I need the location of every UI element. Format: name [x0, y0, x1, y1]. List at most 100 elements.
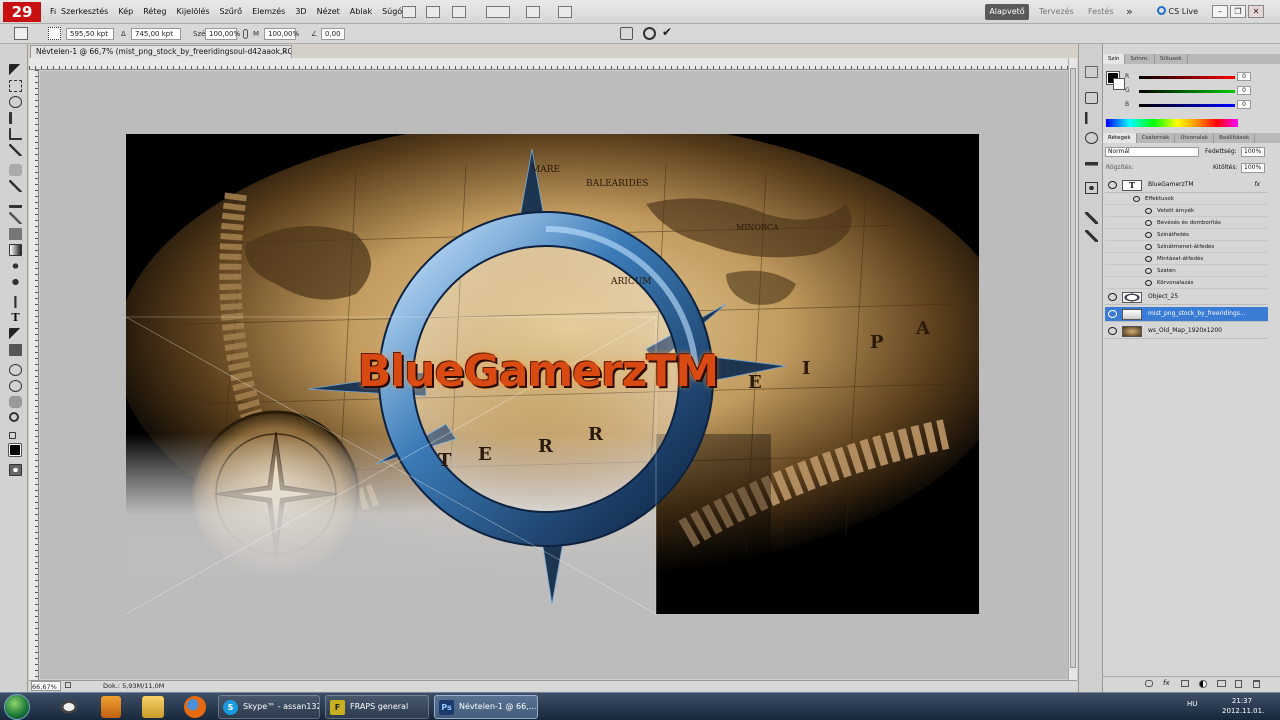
effect-eye-icon[interactable]: [1145, 232, 1152, 238]
effects-eye-icon[interactable]: [1133, 196, 1140, 202]
pen-tool-icon[interactable]: [9, 296, 22, 308]
effect-eye-icon[interactable]: [1145, 208, 1152, 214]
green-track[interactable]: [1139, 90, 1235, 93]
color-spectrum-bar[interactable]: [1106, 119, 1238, 127]
vertical-scrollbar[interactable]: [1068, 58, 1077, 680]
document-artwork[interactable]: T E R R E I P A MARE BALEARIDES MINORCA …: [126, 134, 979, 614]
tab-adjustments[interactable]: Beállítások: [1214, 133, 1256, 143]
width-scale-field[interactable]: 100,00%: [205, 28, 240, 40]
close-button[interactable]: ✕: [1248, 5, 1264, 18]
taskbar-skype[interactable]: S Skype™ - assan132: [218, 695, 320, 719]
menu-analysis[interactable]: Elemzés: [247, 0, 290, 24]
adjustment-layer-icon[interactable]: [1199, 680, 1207, 688]
brush-panel-icon[interactable]: [1085, 230, 1098, 242]
dodge-tool-icon[interactable]: [9, 276, 22, 288]
restore-button[interactable]: ❐: [1230, 5, 1246, 18]
history-panel-icon[interactable]: [1085, 92, 1098, 104]
navigator-panel-icon[interactable]: [1085, 132, 1098, 144]
commit-transform-icon[interactable]: ✔: [662, 25, 676, 39]
link-icon[interactable]: [243, 29, 248, 39]
minimize-button[interactable]: –: [1212, 5, 1228, 18]
foreground-color-swatch[interactable]: [8, 443, 22, 457]
menu-window[interactable]: Ablak: [345, 0, 377, 24]
masks-panel-icon[interactable]: [1085, 182, 1098, 194]
link-layers-icon[interactable]: [1145, 680, 1153, 687]
taskbar-photoshop[interactable]: Ps Névtelen-1 @ 66,...: [434, 695, 538, 719]
tab-layers[interactable]: Rétegek: [1103, 133, 1137, 143]
effect-color-overlay[interactable]: Színátfedés: [1105, 229, 1268, 241]
type-tool-icon[interactable]: T: [9, 312, 22, 324]
warp-mode-icon[interactable]: [620, 27, 633, 40]
tab-swatches[interactable]: Színm.: [1125, 54, 1155, 64]
rotation-field[interactable]: 0,00: [321, 28, 345, 40]
red-track[interactable]: [1139, 76, 1235, 79]
zoom-level-field[interactable]: 66,67%: [31, 681, 61, 691]
move-tool-icon[interactable]: [9, 64, 22, 76]
healing-brush-tool-icon[interactable]: [9, 164, 22, 176]
view-extras-icon[interactable]: [452, 6, 466, 18]
blend-mode-select[interactable]: Normál: [1105, 147, 1199, 157]
tab-color[interactable]: Szín: [1103, 54, 1126, 64]
effect-eye-icon[interactable]: [1145, 256, 1152, 262]
cancel-transform-icon[interactable]: [643, 27, 656, 40]
menu-edit[interactable]: Szerkesztés: [56, 0, 113, 24]
input-language[interactable]: HU: [1187, 700, 1197, 708]
lasso-tool-icon[interactable]: [9, 96, 22, 108]
gradient-tool-icon[interactable]: [9, 244, 22, 256]
firefox-icon[interactable]: [184, 696, 206, 718]
brush-tool-icon[interactable]: [9, 180, 22, 192]
red-value-field[interactable]: 0: [1237, 72, 1251, 81]
effects-header[interactable]: Effektusok: [1105, 193, 1268, 205]
tab-channels[interactable]: Csatornák: [1137, 133, 1176, 143]
launch-bridge-icon[interactable]: [402, 6, 416, 18]
effect-eye-icon[interactable]: [1145, 280, 1152, 286]
media-player-icon[interactable]: [101, 696, 121, 718]
delete-layer-icon[interactable]: [1253, 680, 1260, 688]
quick-selection-tool-icon[interactable]: [9, 112, 22, 124]
zoom-level-icon[interactable]: [486, 6, 510, 18]
screen-mode-icon[interactable]: [558, 6, 572, 18]
collapse-panels-icon[interactable]: [1085, 66, 1098, 78]
file-explorer-icon[interactable]: [142, 696, 164, 718]
marquee-tool-icon[interactable]: [9, 80, 22, 92]
tools-panel-icon[interactable]: [1085, 212, 1098, 224]
visibility-eye-icon[interactable]: [1108, 327, 1117, 335]
arrange-documents-icon[interactable]: [526, 6, 540, 18]
taskbar-fraps[interactable]: F FRAPS general: [325, 695, 429, 719]
effect-pattern-overlay[interactable]: Mintázat-átfedés: [1105, 253, 1268, 265]
3d-rotate-tool-icon[interactable]: [9, 364, 22, 376]
effect-stroke[interactable]: Körvonalazás: [1105, 277, 1268, 289]
blue-slider[interactable]: B 0: [1125, 100, 1251, 110]
clone-stamp-tool-icon[interactable]: [9, 196, 22, 208]
effect-satin[interactable]: Szatén: [1105, 265, 1268, 277]
menu-select[interactable]: Kijelölés: [171, 0, 214, 24]
workspace-essentials[interactable]: Alapvető: [985, 4, 1029, 20]
path-selection-tool-icon[interactable]: [9, 328, 22, 340]
visibility-eye-icon[interactable]: [1108, 310, 1117, 318]
document-close-icon[interactable]: ×: [281, 46, 288, 58]
more-workspaces-button[interactable]: »: [1126, 4, 1133, 20]
hand-tool-icon[interactable]: [9, 396, 22, 408]
quick-mask-icon[interactable]: [9, 464, 22, 476]
menu-view[interactable]: Nézet: [312, 0, 345, 24]
new-layer-icon[interactable]: [1235, 680, 1242, 688]
layer-mist[interactable]: mist_png_stock_by_freeridings...: [1105, 307, 1268, 322]
shape-tool-icon[interactable]: [9, 344, 22, 356]
effect-eye-icon[interactable]: [1145, 244, 1152, 250]
blue-track[interactable]: [1139, 104, 1235, 107]
opacity-field[interactable]: 100%: [1241, 147, 1265, 157]
workspace-design[interactable]: Tervezés: [1039, 4, 1074, 20]
tab-styles[interactable]: Stílusok: [1155, 54, 1188, 64]
system-clock[interactable]: 21:37 2012.11.01.: [1222, 696, 1264, 716]
layer-object-25[interactable]: Object_25: [1105, 290, 1268, 305]
horizontal-ruler[interactable]: [29, 58, 1068, 70]
red-slider[interactable]: R 0: [1125, 72, 1251, 82]
history-brush-tool-icon[interactable]: [9, 212, 22, 224]
x-position-field[interactable]: 595,50 kpt: [66, 28, 114, 40]
menu-filter[interactable]: Szűrő: [215, 0, 248, 24]
effect-bevel-emboss[interactable]: Bevésés és domborítás: [1105, 217, 1268, 229]
mini-bridge-icon[interactable]: [426, 6, 440, 18]
reference-point-icon[interactable]: [48, 27, 61, 40]
new-group-icon[interactable]: [1217, 680, 1226, 687]
document-tab[interactable]: Névtelen-1 @ 66,7% (mist_png_stock_by_fr…: [30, 45, 292, 58]
